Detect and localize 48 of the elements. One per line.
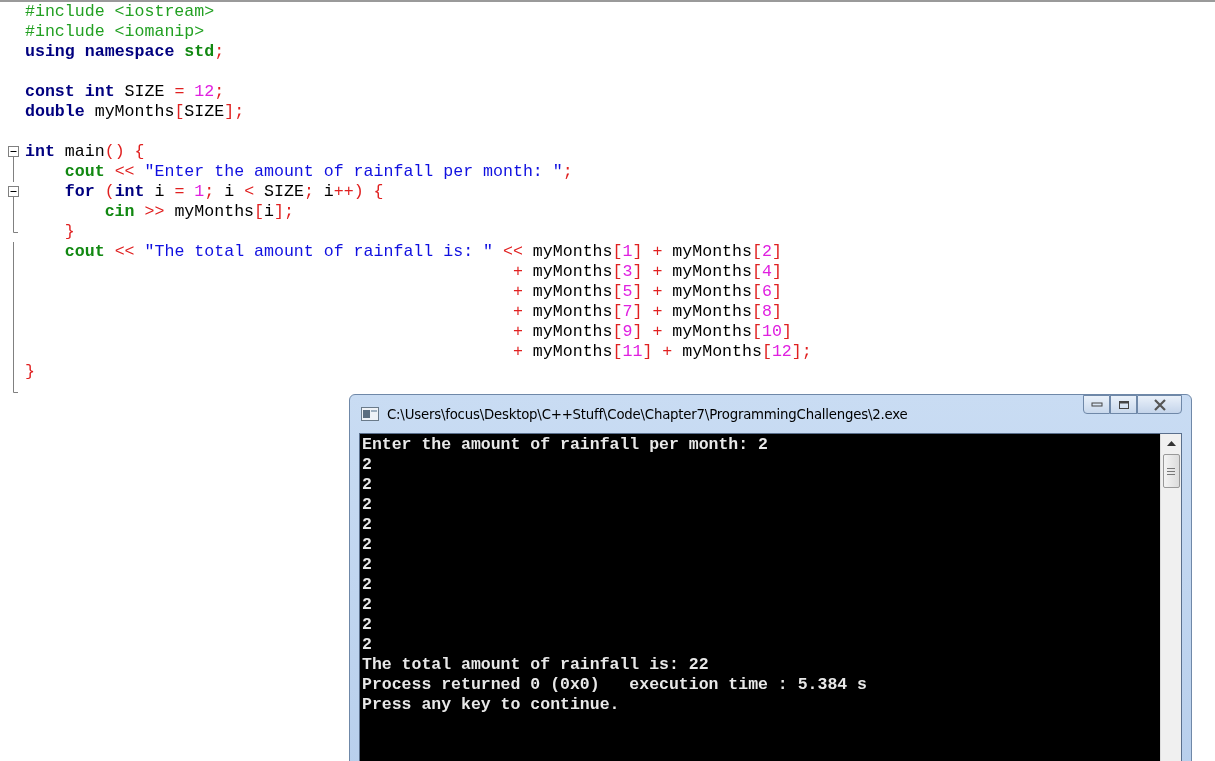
close-button[interactable] [1137, 395, 1182, 414]
fold-end-marker [13, 382, 18, 393]
code-line: cout << "The total amount of rainfall is: " << myMonths[1] + myMonths[2] [63, 242, 782, 262]
code-line: #include <iostream> [25, 2, 215, 22]
console-output-line: 2 [362, 615, 373, 635]
fold-collapse-icon[interactable] [8, 186, 19, 202]
fold-collapse-icon[interactable] [8, 146, 19, 162]
console-output-line: 2 [362, 515, 373, 535]
code-line: using namespace std; [25, 42, 225, 62]
code-line: } [25, 362, 35, 382]
code-line: cout << "Enter the amount of rainfall per month: "; [63, 162, 573, 182]
console-output-line: 2 [362, 555, 373, 575]
code-line: int main() { [25, 142, 145, 162]
console-output-line: 2 [362, 575, 373, 595]
code-line: + myMonths[5] + myMonths[6] [511, 282, 782, 302]
fold-guide-line [13, 202, 14, 222]
scrollbar[interactable] [1160, 434, 1181, 761]
code-line: + myMonths[3] + myMonths[4] [511, 262, 782, 282]
minimize-icon [1090, 402, 1103, 407]
console-output-line: 2 [362, 535, 373, 555]
console-output-line: 2 [362, 475, 373, 495]
maximize-icon [1118, 400, 1129, 409]
code-line: } [63, 222, 75, 242]
console-output-line: 2 [362, 635, 373, 655]
console-output-line: The total amount of rainfall is: 22 [362, 655, 710, 675]
scroll-up-arrow-icon[interactable] [1166, 441, 1176, 446]
scrollbar-thumb[interactable] [1162, 454, 1180, 488]
console-app-icon [361, 407, 379, 421]
code-line: const int SIZE = 12; [25, 82, 225, 102]
code-line: + myMonths[9] + myMonths[10] [511, 322, 792, 342]
code-line: for (int i = 1; i < SIZE; i++) { [63, 182, 384, 202]
window-title: C:\Users\focus\Desktop\C++Stuff\Code\Chapter7\ProgrammingChallenges\2.exe [387, 406, 908, 422]
console-output-line: 2 [362, 495, 373, 515]
code-line: cin >> myMonths[i]; [103, 202, 294, 222]
close-icon [1153, 398, 1166, 411]
console-output-line: 2 [362, 455, 373, 475]
console-output-line: Press any key to continue. [362, 695, 621, 715]
code-line: + myMonths[11] + myMonths[12]; [511, 342, 812, 362]
code-line: #include <iomanip> [25, 22, 205, 42]
maximize-button[interactable] [1110, 395, 1137, 414]
fold-end-marker [13, 222, 18, 233]
console-output-line: Enter the amount of rainfall per month: 2 [362, 435, 769, 455]
grip-icon [1167, 467, 1175, 475]
fold-guide-line [13, 162, 14, 182]
code-line: double myMonths[SIZE]; [25, 102, 245, 122]
code-line: + myMonths[7] + myMonths[8] [511, 302, 782, 322]
console-output-line: 2 [362, 595, 373, 615]
console-output-line: Process returned 0 (0x0) execution time : 5.384 s [362, 675, 868, 695]
